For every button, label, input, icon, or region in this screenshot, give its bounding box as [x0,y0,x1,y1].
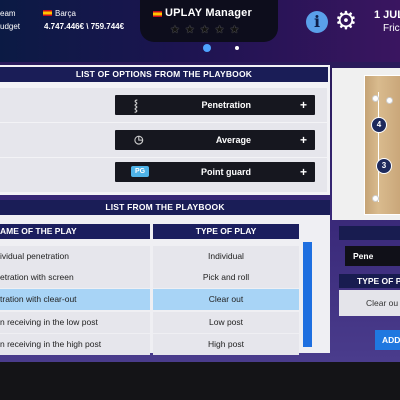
plus-icon: + [299,98,307,112]
date-label: 1 JUL [374,9,400,21]
page-dot[interactable] [235,46,239,50]
spain-flag-icon [153,11,162,17]
court-line [364,214,400,215]
plus-icon: + [299,133,307,147]
option-average-button[interactable]: ◷ Average + [115,130,315,150]
page-dot-active[interactable] [203,44,211,52]
option-point-guard-button[interactable]: PG Point guard + [115,162,315,182]
table-row-name[interactable]: n receiving in the low post [0,312,150,333]
bottom-bar [0,362,400,400]
manager-name: UPLAY Manager [165,7,252,19]
scrollbar-thumb[interactable] [303,242,312,347]
column-header-name[interactable]: AME OF THE PLAY [0,224,150,239]
top-bar: eam udget Barça 4.747.446€ \ 759.744€ UP… [0,0,400,62]
option-row: ⸾ Penetration + [0,88,327,122]
options-title: LIST OF OPTIONS FROM THE PLAYBOOK [0,67,328,82]
table-row-name-selected[interactable]: tration with clear-out [0,289,150,310]
plus-icon: + [299,165,307,179]
team-label: eam [0,9,16,18]
type-of-play-header: TYPE OF P [339,274,400,288]
selected-play-value[interactable]: Pene [345,246,400,266]
table-row-type-selected[interactable]: Clear out [153,289,299,310]
info-icon[interactable]: i [306,11,328,33]
court-marker [372,195,379,202]
table-row-type[interactable]: Individual [153,246,299,267]
budget-label: udget [0,22,21,31]
stopwatch-icon: ◷ [134,134,144,146]
budget-value: 4.747.446€ \ 759.744€ [44,22,125,31]
playbook-title: LIST FROM THE PLAYBOOK [0,200,330,215]
court-marker [372,95,379,102]
type-of-play-value: Clear ou [339,290,400,316]
add-button[interactable]: ADD [375,330,400,350]
option-label: Average [215,135,251,145]
option-label: Penetration [201,100,251,110]
table-row-name[interactable]: ividual penetration [0,246,150,267]
spain-flag-icon [43,10,52,16]
court-line [364,75,400,76]
gear-icon[interactable]: ⚙ [333,8,359,34]
day-label: Fric [383,23,400,34]
option-penetration-button[interactable]: ⸾ Penetration + [115,95,315,115]
table-row-type[interactable]: Low post [153,312,299,333]
table-row-type[interactable]: Pick and roll [153,267,299,288]
option-row: ◷ Average + [0,123,327,157]
court-diagram [364,75,400,215]
table-row-type[interactable]: High post [153,334,299,355]
option-label: Point guard [201,167,251,177]
player-marker: 3 [376,158,392,174]
manager-box: UPLAY Manager ★★★★★ [140,0,278,42]
court-marker [386,97,393,104]
club-name: Barça [55,9,76,18]
court-line [364,75,365,215]
dribble-icon: ⸾ [134,100,138,112]
position-badge: PG [131,166,150,177]
option-row: PG Point guard + [0,158,327,192]
table-row-name[interactable]: etration with screen [0,267,150,288]
table-row-name[interactable]: n receiving in the high post [0,334,150,355]
column-header-type[interactable]: TYPE OF PLAY [153,224,299,239]
court-line [378,92,379,202]
player-marker: 4 [371,117,387,133]
detail-header [339,226,400,240]
manager-stars: ★★★★★ [170,24,245,36]
